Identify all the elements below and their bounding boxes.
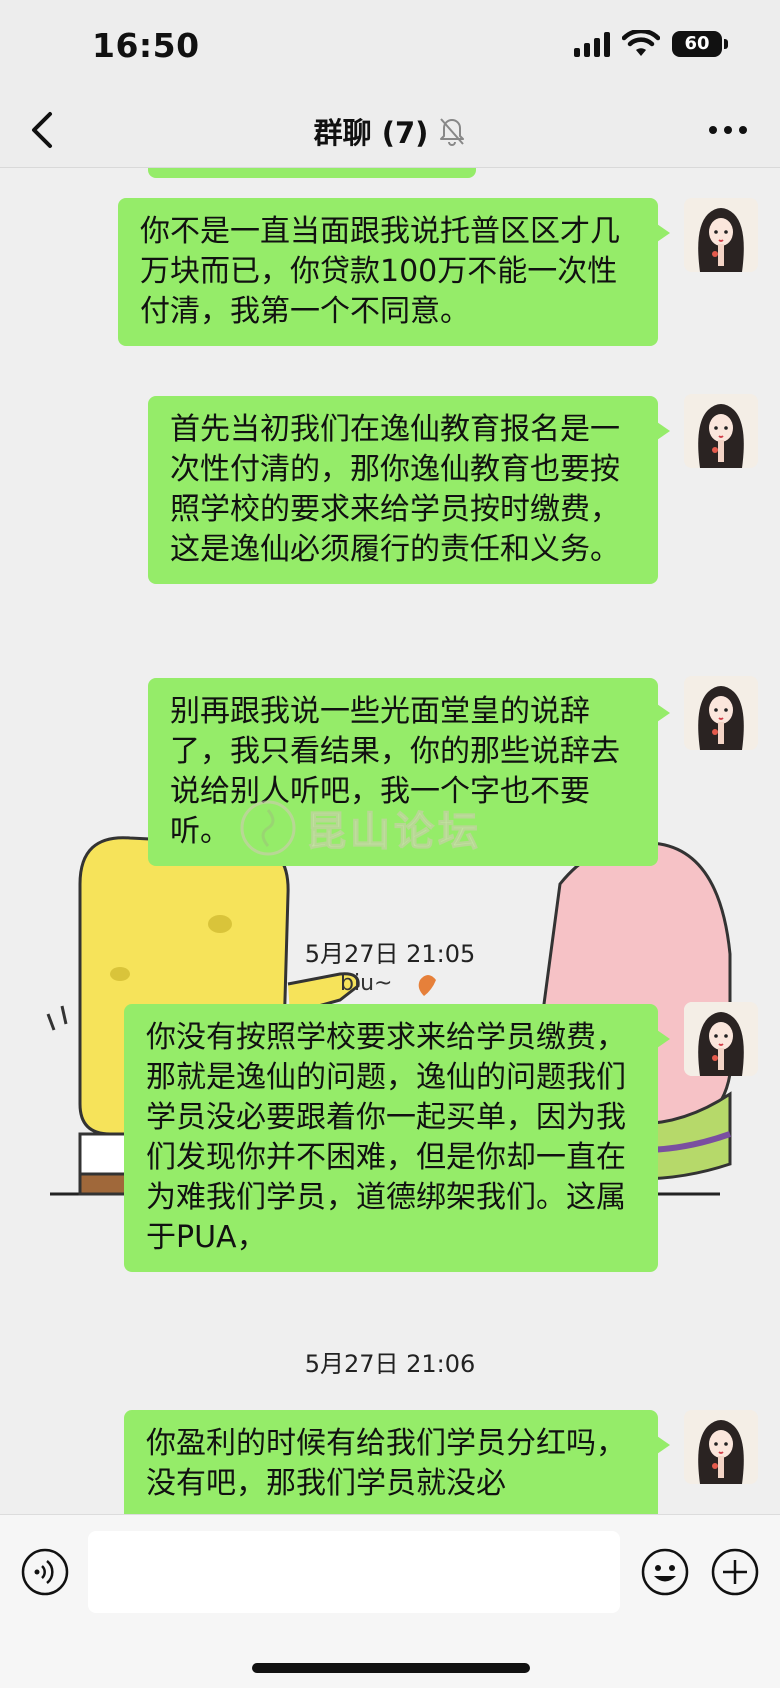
plus-icon[interactable] (710, 1547, 760, 1597)
input-bar (0, 1514, 780, 1688)
timestamp: 5月27日 21:06 (304, 1350, 476, 1378)
chat-title-container: 群聊 (7) (0, 110, 780, 152)
watermark: 昆山论坛 (238, 798, 482, 858)
avatar-image (684, 198, 758, 272)
message-bubble[interactable]: 你盈利的时候有给我们学员分红吗，没有吧，那我们学员就没必 (124, 1410, 670, 1514)
message-text: 你不是一直当面跟我说托普区区才几万块而已，你贷款100万不能一次性付清，我第一个… (140, 214, 620, 329)
message-text: 你盈利的时候有给我们学员分红吗，没有吧，那我们学员就没必 (146, 1426, 626, 1501)
signal-icon (574, 31, 610, 57)
status-bar: 16:50 60 (0, 0, 780, 92)
message-bubble[interactable]: 你不是一直当面跟我说托普区区才几万块而已，你贷款100万不能一次性付清，我第一个… (118, 198, 670, 346)
voice-input-icon[interactable] (20, 1547, 70, 1597)
wifi-icon (622, 30, 660, 56)
emoji-icon[interactable] (640, 1547, 690, 1597)
nav-bar: 群聊 (7) (0, 92, 780, 168)
home-indicator (252, 1663, 530, 1673)
avatar[interactable] (684, 1410, 758, 1484)
chat-area[interactable]: biu~ 你不是一直当面跟我说托普区区才几万块而已，你贷款100万不能一次性付清… (0, 168, 780, 1514)
message-text: 首先当初我们在逸仙教育报名是一次性付清的，那你逸仙教育也要按照学校的要求来给学员… (170, 412, 620, 567)
sticker-caption: biu~ (340, 971, 392, 996)
status-time: 16:50 (92, 26, 200, 65)
avatar-image (684, 1410, 758, 1484)
status-icons: 60 (574, 30, 728, 58)
avatar-image (684, 394, 758, 468)
message-bubble[interactable]: 你没有按照学校要求来给学员缴费，那就是逸仙的问题，逸仙的问题我们学员没必要跟着你… (124, 1004, 670, 1272)
message-text: 你没有按照学校要求来给学员缴费，那就是逸仙的问题，逸仙的问题我们学员没必要跟着你… (146, 1020, 626, 1255)
mute-bell-icon (440, 118, 465, 146)
watermark-text: 昆山论坛 (306, 809, 482, 856)
message-bubble[interactable]: 首先当初我们在逸仙教育报名是一次性付清的，那你逸仙教育也要按照学校的要求来给学员… (148, 396, 670, 584)
avatar[interactable] (684, 394, 758, 468)
timestamp: 5月27日 21:05 (304, 940, 476, 968)
battery-icon: 60 (672, 31, 728, 57)
more-icon[interactable] (706, 120, 750, 140)
avatar-image (684, 1002, 758, 1076)
message-bubble-cut (148, 168, 476, 178)
avatar[interactable] (684, 198, 758, 272)
avatar[interactable] (684, 676, 758, 750)
message-input[interactable] (88, 1531, 620, 1613)
chat-title[interactable]: 群聊 (7) (314, 110, 429, 152)
avatar[interactable] (684, 1002, 758, 1076)
avatar-image (684, 676, 758, 750)
watermark-logo-icon (240, 800, 296, 856)
